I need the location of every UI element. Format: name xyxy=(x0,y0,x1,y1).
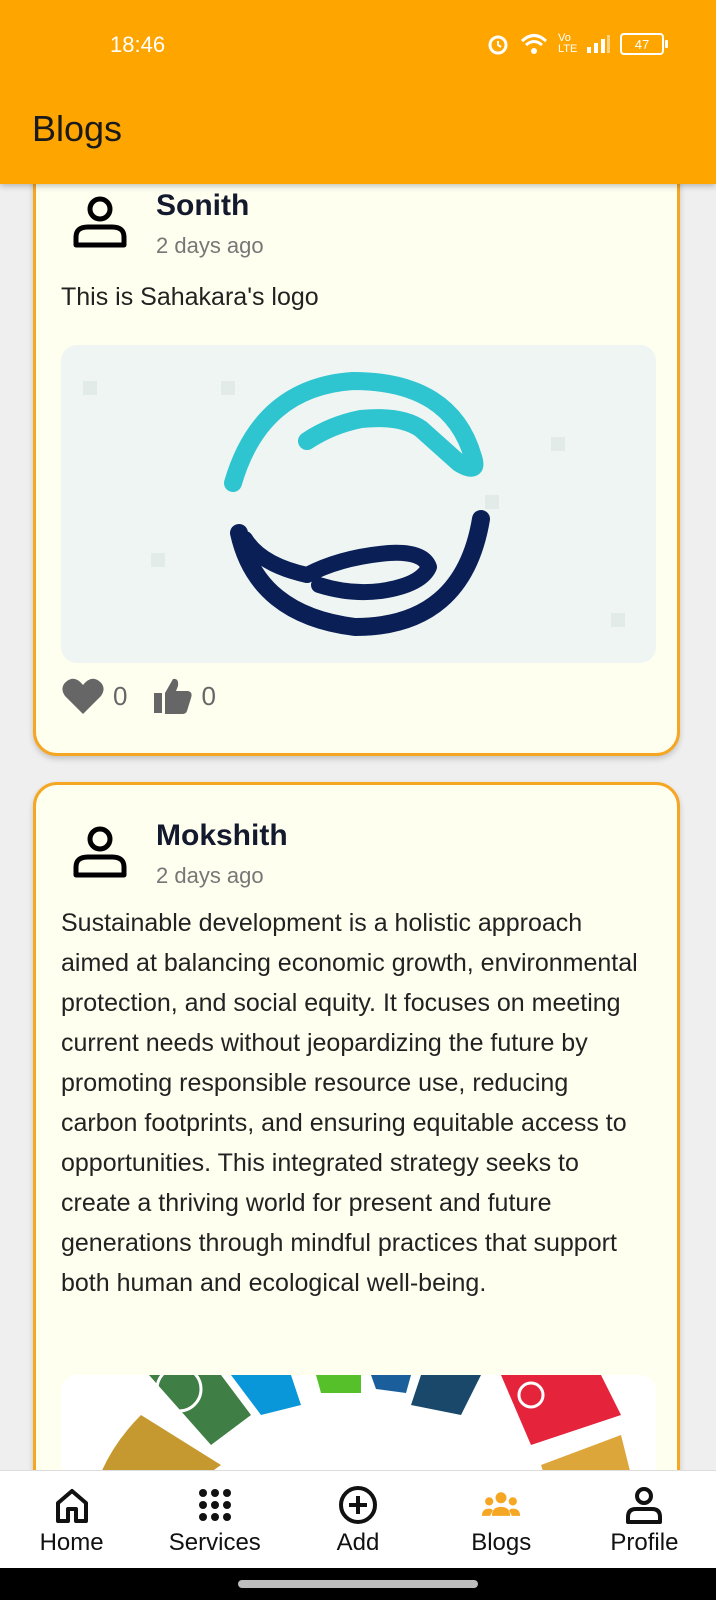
nav-label: Profile xyxy=(610,1529,679,1556)
status-icons: Vo LTE 47 xyxy=(486,32,668,56)
reactions-bar: 0 0 xyxy=(61,677,234,715)
person-icon xyxy=(73,826,127,878)
battery-icon: 47 xyxy=(620,33,668,55)
home-icon xyxy=(55,1489,88,1523)
post-image-logo[interactable] xyxy=(61,345,656,663)
bottom-navigation: Home Services Add Blogs Profile xyxy=(0,1470,716,1569)
group-icon xyxy=(482,1492,521,1516)
post-timestamp: 2 days ago xyxy=(156,233,264,258)
alarm-icon xyxy=(488,35,508,55)
system-navigation-bar xyxy=(0,1568,716,1600)
nav-label: Services xyxy=(168,1529,261,1556)
nav-label: Home xyxy=(39,1529,104,1556)
wifi-icon xyxy=(520,34,548,54)
nav-label: Add xyxy=(336,1529,380,1556)
blog-feed[interactable]: Sonith 2 days ago This is Sahakara's log… xyxy=(0,0,716,1470)
status-time: 18:46 xyxy=(110,32,166,57)
sdg-wheel xyxy=(102,1375,630,1470)
heart-icon[interactable] xyxy=(61,677,105,715)
thumbs-count: 0 xyxy=(201,680,216,711)
nav-home[interactable]: Home xyxy=(0,1471,143,1569)
sahakara-logo xyxy=(83,372,625,637)
nav-add[interactable]: Add xyxy=(286,1471,429,1569)
blog-post-card[interactable]: Sonith 2 days ago This is Sahakara's log… xyxy=(33,140,680,756)
network-label: Vo LTE xyxy=(558,32,578,55)
post-author: Sonith xyxy=(156,189,250,222)
app-bar: 18:46 Vo LTE 47 Blogs xyxy=(0,0,716,184)
battery-level: 47 xyxy=(634,36,650,52)
post-image-sdg[interactable] xyxy=(61,1375,656,1470)
nav-profile[interactable]: Profile xyxy=(573,1471,716,1569)
person-icon xyxy=(73,196,127,248)
thumbs-up-icon[interactable] xyxy=(153,677,193,715)
blog-post-card[interactable]: Mokshith 2 days ago Sustainable developm… xyxy=(33,782,680,1470)
post-author: Mokshith xyxy=(156,819,288,852)
add-circle-icon xyxy=(339,1486,377,1524)
nav-label: Blogs xyxy=(471,1529,532,1556)
post-text: Sustainable development is a holistic ap… xyxy=(61,909,638,1297)
person-icon xyxy=(626,1487,663,1524)
post-text: This is Sahakara's logo xyxy=(61,283,319,311)
home-gesture-handle[interactable] xyxy=(238,1580,478,1588)
nav-blogs[interactable]: Blogs xyxy=(430,1471,573,1569)
signal-icon xyxy=(587,35,610,53)
page-title: Blogs xyxy=(32,108,123,149)
post-timestamp: 2 days ago xyxy=(156,863,264,888)
heart-count: 0 xyxy=(113,680,128,711)
grid-dots-icon xyxy=(198,1489,231,1521)
nav-services[interactable]: Services xyxy=(143,1471,286,1569)
